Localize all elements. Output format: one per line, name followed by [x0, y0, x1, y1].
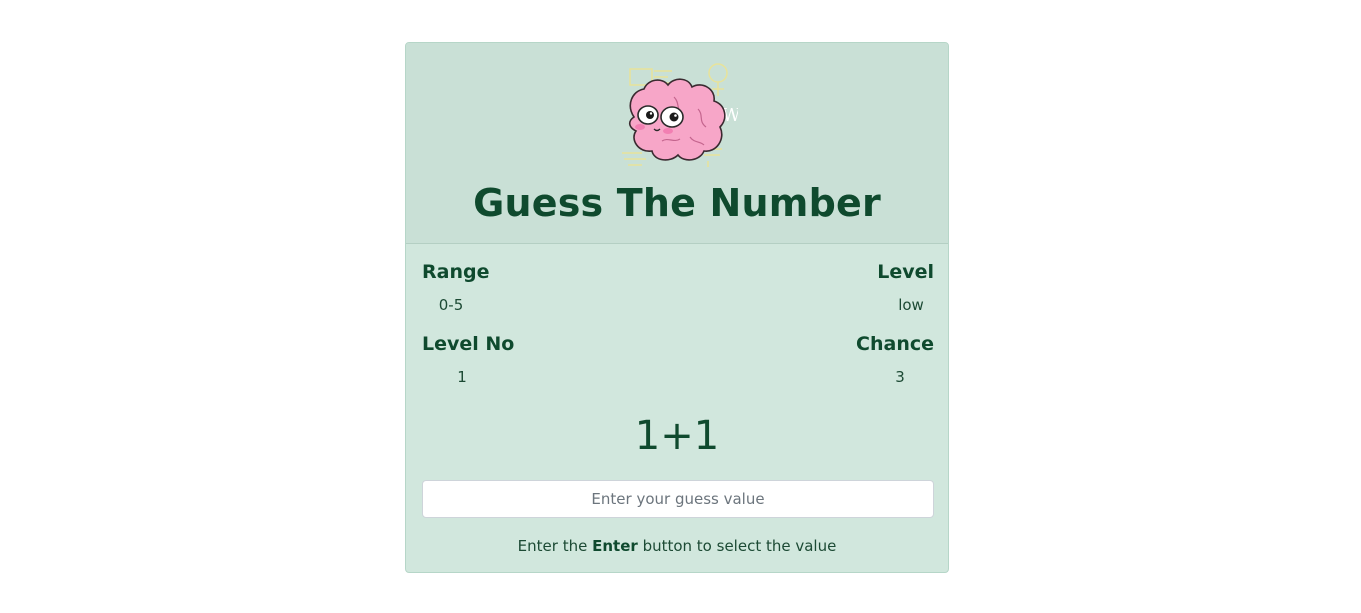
hint-text: Enter the Enter button to select the val…: [406, 537, 948, 555]
hint-key: Enter: [592, 537, 638, 555]
range-label: Range: [422, 261, 490, 283]
hint-suffix: button to select the value: [642, 537, 837, 555]
level-no-value: 1: [457, 368, 467, 386]
card-header: W: [406, 43, 948, 244]
range-value: 0-5: [438, 296, 464, 314]
level-label: Level: [877, 261, 934, 283]
equation-display: 1+1: [634, 413, 720, 459]
hint-prefix: Enter the: [517, 537, 588, 555]
level-value: low: [898, 296, 924, 314]
level-no-label: Level No: [422, 333, 515, 355]
game-card: W: [405, 42, 949, 573]
chance-label: Chance: [856, 333, 934, 355]
chance-value: 3: [895, 368, 905, 386]
page-title: Guess The Number: [473, 181, 881, 225]
brain-icon: W: [618, 57, 741, 171]
guess-input[interactable]: [422, 480, 934, 518]
